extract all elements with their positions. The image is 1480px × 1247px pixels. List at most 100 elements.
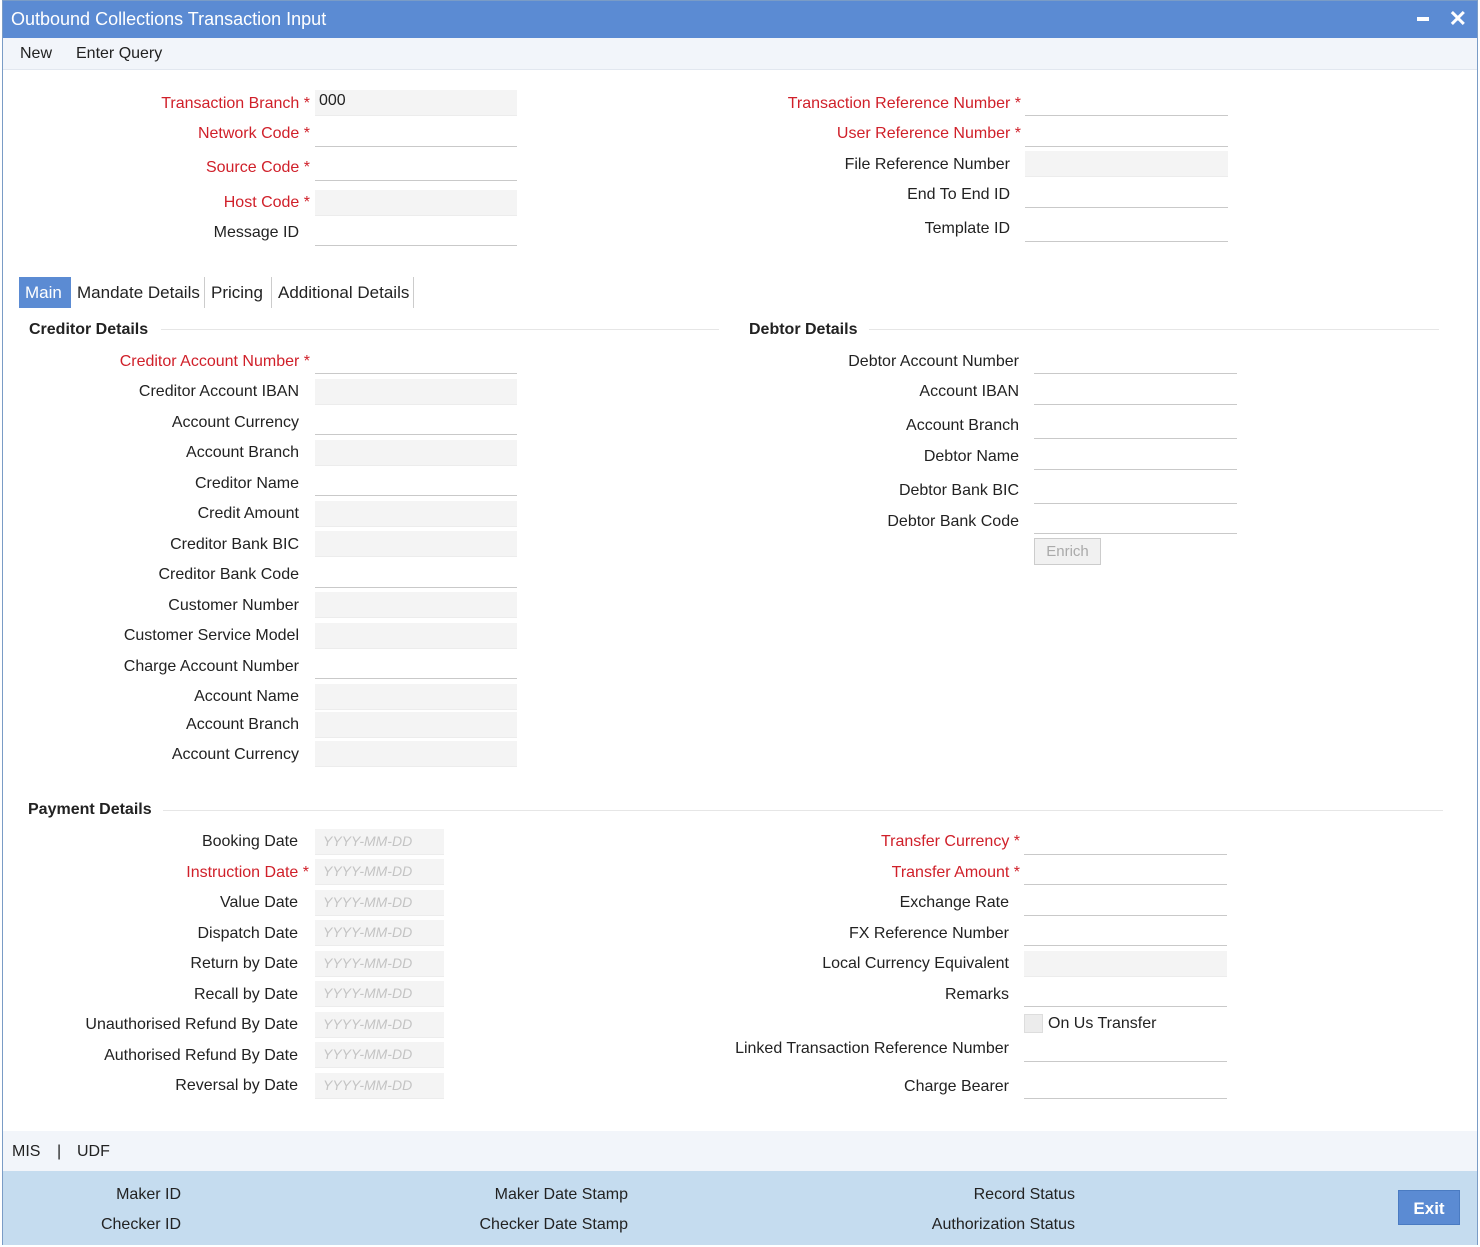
creditor-account-number-label: Creditor Account Number [120, 353, 310, 371]
booking-date-field[interactable]: YYYY-MM-DD [315, 829, 444, 855]
credit-amount-field[interactable] [315, 501, 517, 527]
link-separator: | [57, 1143, 62, 1160]
creditor-bank-code-field[interactable] [315, 562, 517, 588]
creditor-name-label: Creditor Name [194, 475, 299, 492]
creditor-account-iban-field[interactable] [315, 379, 517, 405]
recall-by-date-field[interactable]: YYYY-MM-DD [315, 981, 444, 1007]
transaction-branch-label: Transaction Branch [161, 95, 310, 113]
mis-udf-bar: MIS | UDF [3, 1131, 1477, 1171]
close-icon[interactable]: ✕ [1449, 7, 1467, 31]
record-status-label: Record Status [973, 1186, 1075, 1203]
debtor-bank-code-label: Debtor Bank Code [887, 513, 1019, 530]
charge-account-number-label: Charge Account Number [123, 658, 299, 675]
minimize-icon[interactable] [1417, 17, 1429, 21]
creditor-account-currency-field[interactable] [315, 409, 517, 435]
template-id-field[interactable] [1025, 216, 1228, 242]
debtor-account-branch-field[interactable] [1034, 413, 1237, 439]
charge-account-currency-label: Account Currency [171, 746, 299, 763]
transfer-amount-field[interactable] [1024, 859, 1227, 885]
source-code-label: Source Code [206, 159, 310, 177]
mis-link[interactable]: MIS [12, 1143, 40, 1161]
creditor-bank-bic-field[interactable] [315, 531, 517, 557]
menu-new[interactable]: New [20, 45, 52, 63]
fx-reference-label: FX Reference Number [848, 925, 1009, 942]
value-date-field[interactable]: YYYY-MM-DD [315, 890, 444, 916]
debtor-details-title: Debtor Details [749, 321, 858, 338]
network-code-field[interactable] [315, 121, 517, 147]
linked-transaction-reference-field[interactable] [1024, 1036, 1227, 1062]
transfer-currency-field[interactable] [1024, 829, 1227, 855]
local-currency-equivalent-label: Local Currency Equivalent [822, 955, 1009, 972]
authorised-refund-date-field[interactable]: YYYY-MM-DD [315, 1042, 444, 1068]
charge-account-name-label: Account Name [194, 688, 299, 705]
debtor-account-iban-label: Account IBAN [919, 383, 1019, 400]
host-code-field[interactable] [315, 190, 517, 216]
remarks-field[interactable] [1024, 981, 1227, 1007]
reversal-by-date-field[interactable]: YYYY-MM-DD [315, 1073, 444, 1099]
exit-button[interactable]: Exit [1398, 1190, 1460, 1225]
customer-service-model-label: Customer Service Model [123, 627, 299, 644]
return-by-date-label: Return by Date [190, 955, 298, 972]
credit-amount-label: Credit Amount [197, 505, 299, 522]
host-code-label: Host Code [224, 194, 310, 212]
exchange-rate-field[interactable] [1024, 890, 1227, 916]
udf-link[interactable]: UDF [77, 1143, 110, 1161]
creditor-name-field[interactable] [315, 470, 517, 496]
debtor-name-field[interactable] [1034, 444, 1237, 470]
user-reference-label: User Reference Number [837, 125, 1021, 143]
charge-account-currency-field[interactable] [315, 741, 517, 767]
source-code-field[interactable] [315, 155, 517, 181]
unauthorised-refund-date-field[interactable]: YYYY-MM-DD [315, 1012, 444, 1038]
customer-number-label: Customer Number [168, 597, 299, 614]
debtor-bank-code-field[interactable] [1034, 508, 1237, 534]
on-us-transfer-checkbox[interactable] [1024, 1014, 1043, 1033]
end-to-end-id-field[interactable] [1025, 182, 1228, 208]
instruction-date-field[interactable]: YYYY-MM-DD [315, 859, 444, 885]
debtor-account-iban-field[interactable] [1034, 379, 1237, 405]
checker-date-stamp-label: Checker Date Stamp [479, 1216, 628, 1233]
debtor-name-label: Debtor Name [923, 448, 1019, 465]
file-reference-field[interactable] [1025, 151, 1228, 177]
return-by-date-field[interactable]: YYYY-MM-DD [315, 951, 444, 977]
instruction-date-label: Instruction Date [186, 864, 309, 882]
charge-account-number-field[interactable] [315, 653, 517, 679]
tab-additional-details[interactable]: Additional Details [272, 277, 414, 308]
local-currency-equivalent-field[interactable] [1024, 951, 1227, 977]
tab-pricing[interactable]: Pricing [205, 277, 272, 308]
debtor-bank-bic-field[interactable] [1034, 478, 1237, 504]
debtor-account-number-field[interactable] [1034, 348, 1237, 374]
creditor-bank-code-label: Creditor Bank Code [158, 566, 299, 583]
creditor-account-number-field[interactable] [315, 348, 517, 374]
tab-mandate-details[interactable]: Mandate Details [71, 277, 205, 308]
customer-service-model-field[interactable] [315, 623, 517, 649]
maker-id-label: Maker ID [116, 1186, 181, 1203]
user-reference-field[interactable] [1025, 121, 1228, 147]
menu-bar: New Enter Query [3, 38, 1477, 70]
creditor-account-iban-label: Creditor Account IBAN [138, 383, 299, 400]
menu-enter-query[interactable]: Enter Query [76, 45, 162, 63]
creditor-account-branch-field[interactable] [315, 440, 517, 466]
customer-number-field[interactable] [315, 592, 517, 618]
message-id-label: Message ID [213, 224, 299, 241]
window-title: Outbound Collections Transaction Input [11, 9, 327, 29]
audit-footer: Maker ID Checker ID Maker Date Stamp Che… [3, 1171, 1477, 1245]
charge-account-name-field[interactable] [315, 684, 517, 710]
file-reference-label: File Reference Number [844, 156, 1010, 173]
charge-account-branch-field[interactable] [315, 712, 517, 738]
tab-main[interactable]: Main [19, 277, 71, 308]
transaction-reference-field[interactable] [1025, 90, 1228, 116]
message-id-field[interactable] [315, 220, 517, 246]
payment-details-title: Payment Details [28, 801, 152, 818]
enrich-button[interactable]: Enrich [1034, 538, 1101, 565]
fx-reference-field[interactable] [1024, 920, 1227, 946]
creditor-bank-bic-label: Creditor Bank BIC [170, 536, 299, 553]
charge-bearer-field[interactable] [1024, 1073, 1227, 1099]
dispatch-date-field[interactable]: YYYY-MM-DD [315, 920, 444, 946]
unauthorised-refund-date-label: Unauthorised Refund By Date [85, 1016, 298, 1033]
creditor-details-title: Creditor Details [29, 321, 149, 338]
reversal-by-date-label: Reversal by Date [175, 1077, 298, 1094]
dispatch-date-label: Dispatch Date [197, 925, 299, 942]
charge-bearer-label: Charge Bearer [904, 1078, 1009, 1095]
transaction-branch-field[interactable]: 000 [315, 90, 517, 116]
exchange-rate-label: Exchange Rate [899, 894, 1009, 911]
